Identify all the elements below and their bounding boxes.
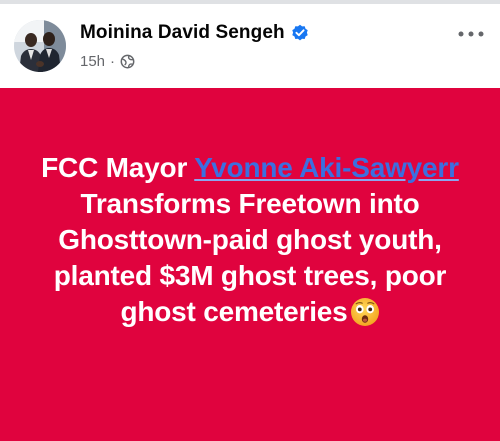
astonished-face-emoji-icon xyxy=(350,297,380,327)
post-text-prefix: FCC Mayor xyxy=(41,152,195,183)
post-text-suffix: Transforms Freetown into Ghosttown-paid … xyxy=(53,188,447,327)
post-timestamp[interactable]: 15h xyxy=(80,53,105,70)
post-text: FCC Mayor Yvonne Aki-Sawyerr Transforms … xyxy=(20,150,480,330)
globe-icon xyxy=(120,54,135,69)
mention-link[interactable]: Yvonne Aki-Sawyerr xyxy=(194,152,459,183)
avatar[interactable] xyxy=(14,20,66,72)
verified-badge-icon xyxy=(291,24,309,42)
avatar-photo xyxy=(14,20,66,72)
author-row: Moinina David Sengeh xyxy=(80,20,309,46)
more-options-button[interactable] xyxy=(456,22,486,46)
post-text-card: FCC Mayor Yvonne Aki-Sawyerr Transforms … xyxy=(0,88,500,441)
post-header: Moinina David Sengeh 15h · xyxy=(0,4,500,88)
more-options-icon xyxy=(458,31,484,37)
author-name[interactable]: Moinina David Sengeh xyxy=(80,22,285,44)
post-meta: 15h · xyxy=(80,51,135,71)
meta-separator: · xyxy=(110,52,116,70)
